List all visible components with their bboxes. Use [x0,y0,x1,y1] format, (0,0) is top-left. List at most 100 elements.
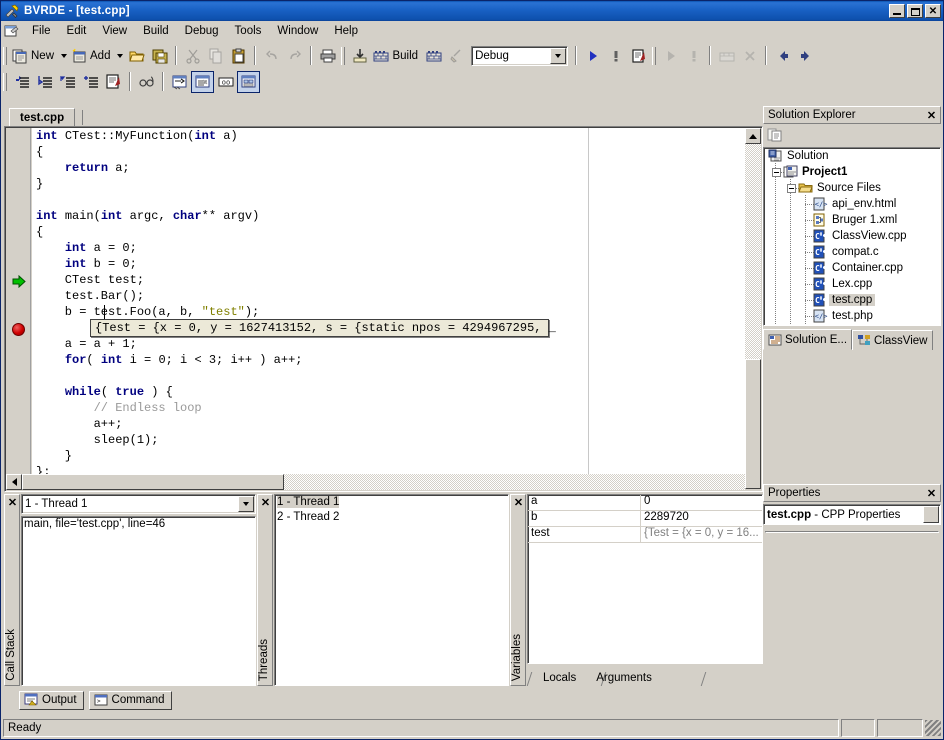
variable-row[interactable]: b2289720 [528,511,762,527]
toolbar-grip[interactable] [3,47,7,65]
redo-button[interactable] [283,45,306,67]
tree-item-test-php[interactable]: </>test.php [764,308,940,324]
variable-value[interactable]: {Test = {x = 0, y = 16... [641,527,762,542]
document-window-icon[interactable] [3,23,21,39]
variable-value[interactable]: 2289720 [641,511,762,526]
code-line[interactable]: } [32,176,745,192]
tree-item-container-cpp[interactable]: CContainer.cpp [764,260,940,276]
code-line[interactable]: }; [32,464,745,474]
tree-item-lex-cpp[interactable]: CLex.cpp [764,276,940,292]
code-line[interactable]: test.Bar(); [32,288,745,304]
show-call-stack-button[interactable] [168,71,191,93]
show-threads-button[interactable] [191,71,214,93]
chevron-down-icon[interactable] [238,496,254,512]
clean-button[interactable] [445,45,468,67]
print-button[interactable] [316,45,339,67]
tree-item-source-files[interactable]: Source Files [764,180,940,196]
build-button[interactable]: Build [371,45,422,67]
undo-button[interactable] [260,45,283,67]
code-line[interactable]: b = test.Foo(a, b, "test"); [32,304,745,320]
new-project-button[interactable]: New [10,45,58,67]
menu-build[interactable]: Build [135,22,177,41]
editor-gutter[interactable] [6,128,31,474]
code-line[interactable]: sleep(1); [32,432,745,448]
debug-toolbar-grip[interactable] [3,73,7,91]
tree-item-solution[interactable]: Solution [764,148,940,164]
scroll-up-button[interactable] [745,128,761,144]
code-line[interactable]: return a; [32,160,745,176]
list-item[interactable]: 2 - Thread 2 [275,510,508,525]
code-line[interactable]: int CTest::MyFunction(int a) [32,128,745,144]
code-line[interactable]: } [32,448,745,464]
code-line[interactable]: for( int i = 0; i < 3; i++ ) a++; [32,352,745,368]
editor-horizontal-scrollbar[interactable] [6,474,745,490]
toolbar-grip-2[interactable] [341,47,345,65]
code-line[interactable]: a = a + 1; [32,336,745,352]
variable-row[interactable]: a0 [528,495,762,511]
add-item-button[interactable]: Add [69,45,114,67]
run-to-cursor-button[interactable] [79,71,102,93]
start-debug-button[interactable] [581,45,604,67]
configuration-combo[interactable]: Debug [471,46,568,66]
list-item[interactable]: 1 - Thread 1 [275,495,508,510]
close-icon[interactable]: ✕ [259,496,272,509]
output-button[interactable]: Output [19,691,84,710]
step-over-button[interactable] [10,71,33,93]
break-all-button[interactable] [604,45,627,67]
menu-window[interactable]: Window [269,22,326,41]
minimize-button[interactable] [889,4,905,18]
call-stack-list[interactable]: main, file='test.cpp', line=46 [21,516,256,686]
collapse-toggle-icon[interactable] [772,168,781,177]
restart-button[interactable] [715,45,738,67]
tab-locals[interactable]: Locals [533,672,586,686]
navigate-back-button[interactable] [771,45,794,67]
copy-button[interactable] [204,45,227,67]
close-icon[interactable]: ✕ [512,496,525,509]
tab-classview[interactable]: ClassView [852,330,932,350]
tree-item-test-cpp[interactable]: Ctest.cpp [764,292,940,308]
show-registers-button[interactable] [237,71,260,93]
variable-value[interactable]: 0 [641,495,762,510]
command-button[interactable]: > Command [89,691,172,710]
tree-item-compat-c[interactable]: Ccompat.c [764,244,940,260]
code-line[interactable]: { [32,224,745,240]
call-stack-thread-combo[interactable]: 1 - Thread 1 [21,494,256,514]
threads-list[interactable]: 1 - Thread 12 - Thread 2 [274,494,509,686]
save-all-button[interactable] [148,45,171,67]
code-line[interactable]: { [32,144,745,160]
tree-item-bruger-1-xml[interactable]: Bruger 1.xml [764,212,940,228]
variable-row[interactable]: test{Test = {x = 0, y = 16... [528,527,762,543]
tab-test-cpp[interactable]: test.cpp [9,108,75,127]
code-line[interactable]: // Endless loop [32,400,745,416]
menu-file[interactable]: File [24,22,59,41]
rebuild-button[interactable] [422,45,445,67]
new-dropdown-arrow[interactable] [58,45,69,67]
show-all-files-icon[interactable] [767,127,783,143]
step-into-button[interactable] [33,71,56,93]
code-line[interactable]: a++; [32,416,745,432]
code-line[interactable]: while( true ) { [32,384,745,400]
menu-view[interactable]: View [94,22,135,41]
collapse-toggle-icon[interactable] [787,184,796,193]
scroll-left-button[interactable] [6,474,22,490]
compile-button[interactable] [348,45,371,67]
toggle-breakpoint-button[interactable] [102,71,125,93]
tab-arguments[interactable]: Arguments [586,672,662,686]
stop-debug-button[interactable] [627,45,650,67]
close-icon[interactable]: ✕ [6,496,19,509]
variables-table[interactable]: a0b2289720test{Test = {x = 0, y = 16... [527,494,763,664]
code-line[interactable]: CTest test; [32,272,745,288]
navigate-forward-button[interactable] [794,45,817,67]
code-line[interactable] [32,368,745,384]
add-dropdown-arrow[interactable] [114,45,125,67]
list-item[interactable]: main, file='test.cpp', line=46 [22,517,255,532]
code-line[interactable]: int a = 0; [32,240,745,256]
solution-tree[interactable]: SolutionProject1Source Files</>api_env.h… [763,147,941,326]
show-variables-button[interactable]: oo [214,71,237,93]
code-text-area[interactable]: int CTest::MyFunction(int a){ return a;}… [32,128,745,474]
tree-item-header-files[interactable]: Header Files [764,324,940,326]
terminate-button[interactable] [738,45,761,67]
menu-help[interactable]: Help [326,22,366,41]
code-line[interactable] [32,192,745,208]
editor-vertical-scrollbar[interactable] [745,128,761,474]
